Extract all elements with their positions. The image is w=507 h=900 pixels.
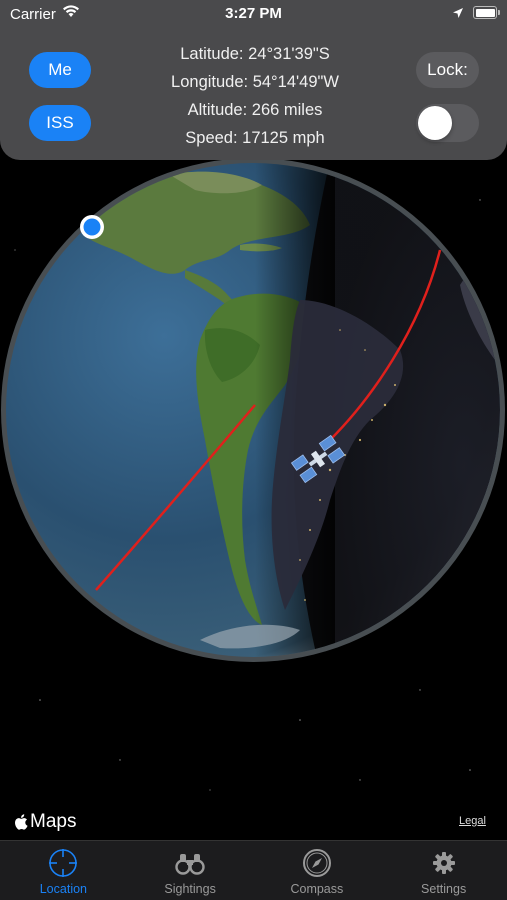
me-button[interactable]: Me bbox=[29, 52, 91, 88]
tab-settings[interactable]: Settings bbox=[380, 841, 507, 900]
tab-compass[interactable]: Compass bbox=[254, 841, 381, 900]
legal-link[interactable]: Legal bbox=[459, 815, 486, 827]
tab-location[interactable]: Location bbox=[0, 841, 127, 900]
binoculars-icon bbox=[175, 854, 205, 875]
latitude-text: Latitude: 24°31'39"S bbox=[180, 45, 330, 63]
tab-sightings[interactable]: Sightings bbox=[127, 841, 254, 900]
battery-icon bbox=[473, 6, 500, 19]
gear-icon bbox=[432, 852, 455, 874]
status-bar: Carrier 3:27 PM bbox=[0, 0, 507, 30]
iss-button[interactable]: ISS bbox=[29, 105, 91, 141]
tab-bar: Location Sightings Compass Settings bbox=[0, 840, 507, 900]
location-arrow-icon bbox=[453, 8, 463, 18]
tab-location-label: Location bbox=[39, 882, 87, 896]
altitude-text: Altitude: 266 miles bbox=[187, 101, 323, 119]
lock-label: Lock: bbox=[416, 52, 479, 88]
compass-icon bbox=[302, 849, 331, 877]
longitude-text: Longitude: 54°14'49"W bbox=[171, 73, 339, 91]
crosshair-icon bbox=[49, 849, 78, 877]
iss-telemetry: Latitude: 24°31'39"S Longitude: 54°14'49… bbox=[130, 40, 380, 152]
toggle-knob[interactable] bbox=[418, 106, 452, 140]
apple-maps-attribution[interactable]: Maps bbox=[13, 811, 76, 833]
tab-sightings-label: Sightings bbox=[164, 882, 216, 896]
lock-toggle[interactable] bbox=[416, 104, 479, 142]
maps-attribution-label: Maps bbox=[30, 811, 77, 832]
speed-text: Speed: 17125 mph bbox=[185, 129, 325, 147]
tab-settings-label: Settings bbox=[421, 882, 467, 896]
apple-logo-icon bbox=[15, 814, 28, 830]
status-time: 3:27 PM bbox=[225, 5, 282, 22]
tab-compass-label: Compass bbox=[290, 882, 344, 896]
